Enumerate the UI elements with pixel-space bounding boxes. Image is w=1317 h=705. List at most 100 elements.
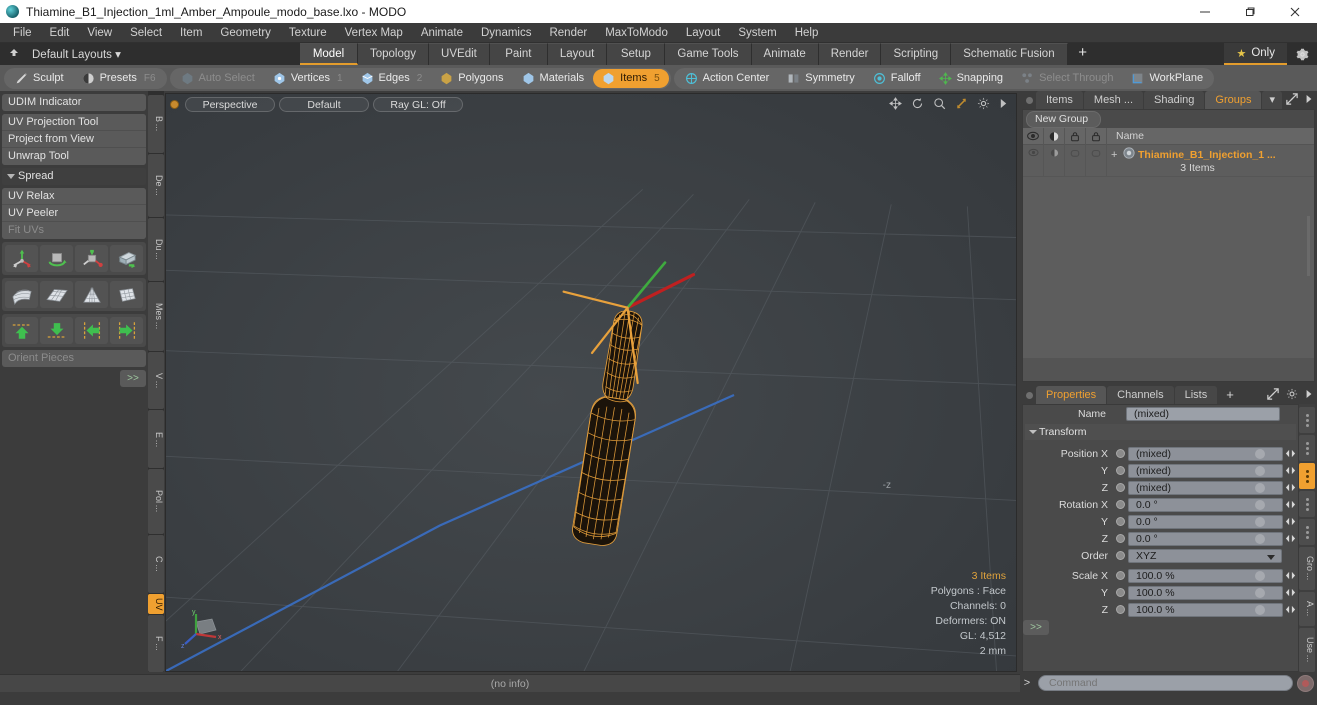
pan-icon[interactable] [889, 97, 902, 113]
menu-item-view[interactable]: View [78, 23, 121, 43]
presets-button[interactable]: Presets F6 [73, 69, 165, 88]
layout-tab-schematic-fusion[interactable]: Schematic Fusion [951, 43, 1068, 65]
property-value-field[interactable]: 0.0 ° [1128, 514, 1283, 529]
property-key-toggle[interactable] [1113, 532, 1128, 545]
layout-tab-uvedit[interactable]: UVEdit [429, 43, 490, 65]
transform-section-header[interactable]: Transform [1025, 424, 1296, 440]
shading-column-icon[interactable] [1044, 127, 1065, 145]
expand-properties-icon[interactable] [1267, 387, 1279, 403]
tool-action-center[interactable]: Action Center [676, 69, 779, 88]
right-strip-dots-4[interactable] [1299, 519, 1315, 545]
viewport-menu-dot[interactable] [170, 99, 179, 109]
default-layouts-dropdown[interactable]: Default Layouts ▾ [32, 47, 121, 61]
grid-plane-icon[interactable] [40, 281, 73, 308]
only-toggle[interactable]: ★ Only [1224, 43, 1287, 65]
menu-item-vertex-map[interactable]: Vertex Map [336, 23, 412, 43]
bend-mesh-icon[interactable] [5, 281, 38, 308]
properties-tab-lists[interactable]: Lists [1174, 386, 1218, 404]
taper-mesh-icon[interactable] [75, 281, 108, 308]
property-value-field[interactable]: (mixed) [1128, 480, 1283, 495]
right-strip-dots-3[interactable] [1299, 491, 1315, 517]
viewport-settings-gear-icon[interactable] [977, 97, 990, 113]
group-tree-scrollbar[interactable] [1305, 110, 1312, 381]
right-vertical-tab-1[interactable]: A ... [1299, 592, 1315, 626]
left-tool-project-from-view[interactable]: Project from View [2, 131, 146, 148]
sculpt-button[interactable]: Sculpt [6, 69, 73, 88]
property-spinner[interactable] [1255, 516, 1265, 527]
property-value-field[interactable]: 100.0 % [1128, 602, 1283, 617]
menu-item-system[interactable]: System [729, 23, 785, 43]
tool-symmetry[interactable]: Symmetry [778, 69, 864, 88]
properties-more-button[interactable]: >> [1023, 620, 1049, 635]
menu-item-animate[interactable]: Animate [412, 23, 472, 43]
minimize-button[interactable] [1182, 0, 1227, 23]
layout-tab-topology[interactable]: Topology [358, 43, 430, 65]
property-spinner[interactable] [1255, 533, 1265, 544]
property-nudge-arrows[interactable] [1283, 464, 1298, 478]
close-button[interactable] [1272, 0, 1317, 23]
layout-tab-paint[interactable]: Paint [489, 43, 548, 65]
tool-workplane[interactable]: WorkPlane [1122, 69, 1212, 88]
right-strip-dots-1[interactable] [1299, 435, 1315, 461]
align-up-icon[interactable] [5, 317, 38, 344]
layout-tab-model[interactable]: Model [300, 43, 358, 65]
right-panel-arrow-icon[interactable] [1305, 94, 1313, 107]
properties-gear-icon[interactable] [1286, 388, 1298, 403]
property-spinner[interactable] [1255, 465, 1265, 476]
row-select-toggle[interactable] [1086, 145, 1107, 176]
property-nudge-arrows[interactable] [1283, 498, 1298, 512]
row-visibility-toggle[interactable] [1023, 145, 1044, 176]
new-group-button[interactable]: New Group [1026, 110, 1102, 128]
property-nudge-arrows[interactable] [1283, 569, 1298, 583]
properties-tab-+[interactable]: + [1218, 386, 1242, 404]
property-key-toggle[interactable] [1113, 515, 1128, 528]
selection-mode-items[interactable]: Items 5 [593, 68, 669, 88]
menu-item-layout[interactable]: Layout [677, 23, 730, 43]
layout-tab-animate[interactable]: Animate [751, 43, 819, 65]
menu-item-edit[interactable]: Edit [41, 23, 79, 43]
menu-item-dynamics[interactable]: Dynamics [472, 23, 540, 43]
layout-up-icon[interactable] [6, 47, 22, 62]
udim-indicator-row[interactable]: UDIM Indicator [2, 94, 146, 111]
row-lock-toggle[interactable] [1065, 145, 1086, 176]
left-vertical-tab-1[interactable]: De ... [148, 153, 164, 217]
expand-group-button[interactable]: + [1111, 149, 1120, 160]
group-tree-row[interactable]: + Thiamine_B1_Injection_1 ... 3 Items [1023, 145, 1314, 177]
order-value-dropdown[interactable]: XYZ [1128, 548, 1282, 563]
left-vertical-tab-7[interactable]: C ... [148, 534, 164, 593]
left-vertical-tab-4[interactable]: V ... [148, 351, 164, 410]
name-value-field[interactable]: (mixed) [1126, 406, 1280, 421]
align-left-icon[interactable] [75, 317, 108, 344]
right-vertical-tab-2[interactable]: Use ... [1299, 628, 1315, 672]
move-polygon-icon[interactable] [110, 245, 143, 272]
property-value-field[interactable]: (mixed) [1128, 463, 1283, 478]
left-tool-uv-peeler[interactable]: UV Peeler [2, 205, 146, 222]
property-key-toggle[interactable] [1113, 498, 1128, 511]
property-spinner[interactable] [1255, 482, 1265, 493]
left-panel-more-button[interactable]: >> [120, 370, 146, 387]
properties-panel-menu-dot[interactable] [1022, 386, 1036, 404]
property-spinner[interactable] [1255, 448, 1265, 459]
left-vertical-tab-2[interactable]: Du ... [148, 217, 164, 282]
add-layout-tab-button[interactable]: + [1067, 43, 1098, 65]
row-shading-toggle[interactable] [1044, 145, 1065, 176]
layout-settings-button[interactable] [1287, 43, 1317, 65]
menu-item-file[interactable]: File [4, 23, 41, 43]
zoom-icon[interactable] [933, 97, 946, 113]
align-down-icon[interactable] [40, 317, 73, 344]
layout-tab-layout[interactable]: Layout [547, 43, 608, 65]
left-vertical-tab-6[interactable]: Pol ... [148, 469, 164, 534]
right-tab-shading[interactable]: Shading [1144, 91, 1205, 109]
property-value-field[interactable]: 100.0 % [1128, 568, 1283, 583]
visibility-column-icon[interactable] [1023, 127, 1044, 145]
tool-falloff[interactable]: Falloff [864, 69, 930, 88]
property-key-toggle[interactable] [1113, 586, 1128, 599]
property-nudge-arrows[interactable] [1283, 586, 1298, 600]
group-name[interactable]: Thiamine_B1_Injection_1 ... [1138, 149, 1276, 161]
3d-viewport[interactable]: Perspective Default Ray GL: Off -z y x z… [165, 93, 1017, 672]
maximize-button[interactable] [1227, 0, 1272, 23]
left-vertical-tab-3[interactable]: Mes ... [148, 282, 164, 351]
raygl-dropdown[interactable]: Ray GL: Off [373, 96, 463, 112]
property-key-toggle[interactable] [1113, 481, 1128, 494]
menu-item-geometry[interactable]: Geometry [211, 23, 280, 43]
